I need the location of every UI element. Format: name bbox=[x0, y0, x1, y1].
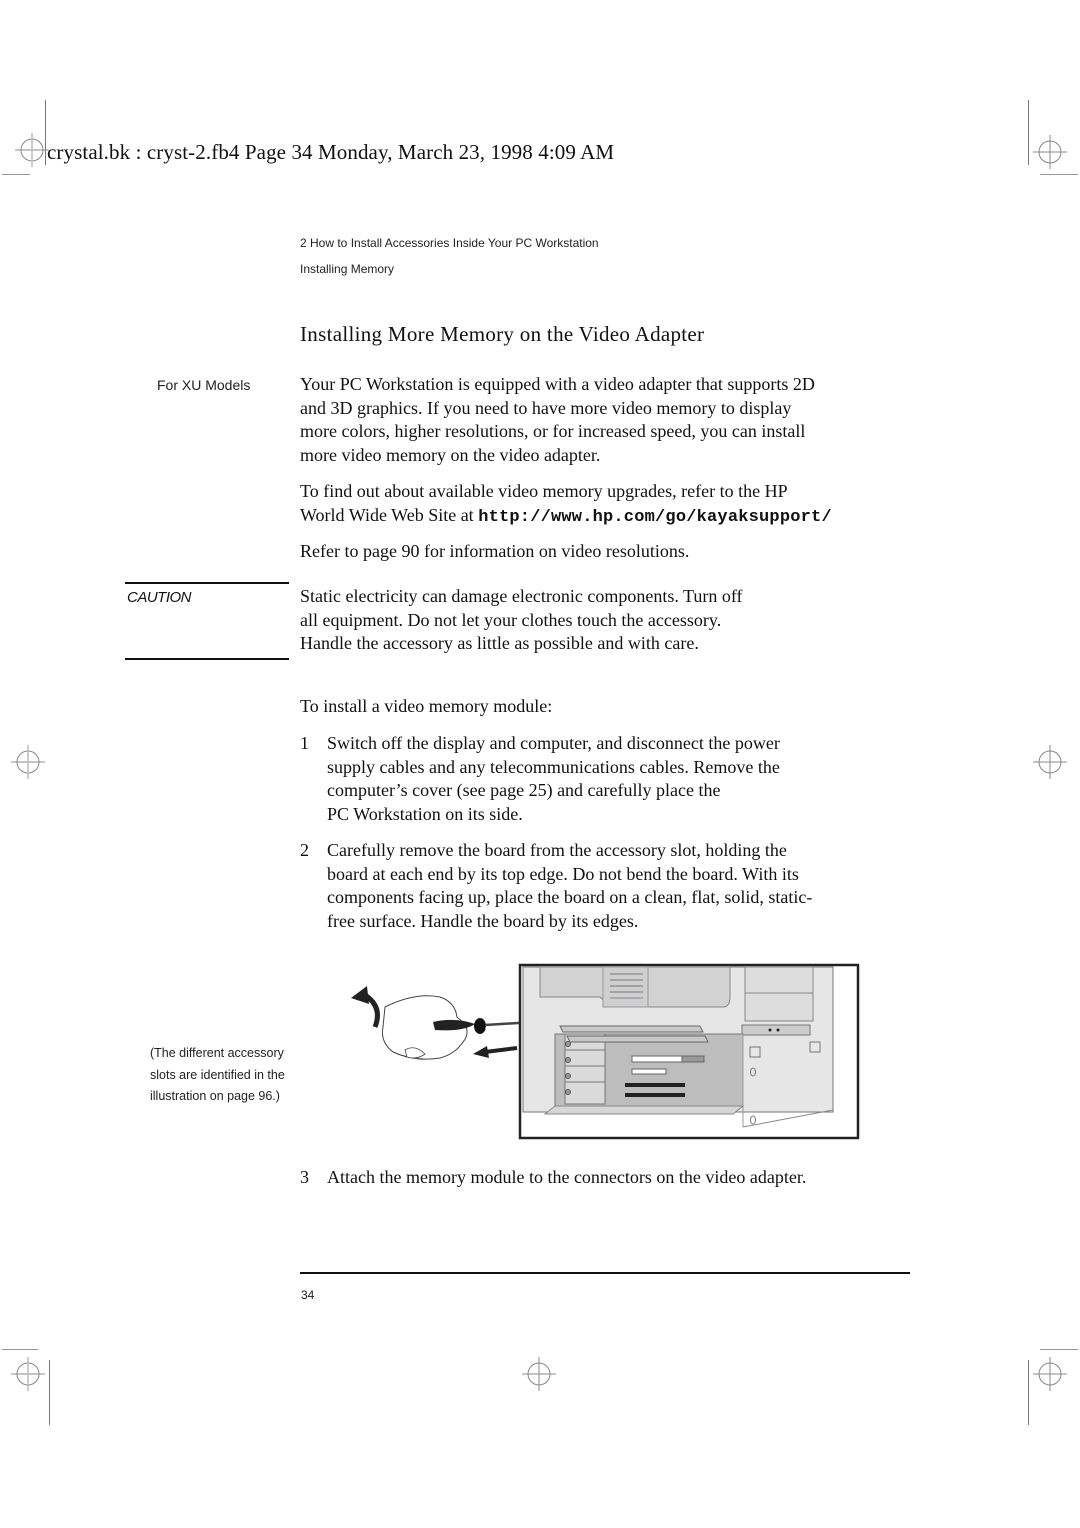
footer-rule bbox=[300, 1272, 910, 1274]
procedure-intro-text: To install a video memory module: bbox=[300, 696, 553, 716]
crop-line bbox=[49, 1360, 50, 1425]
step-text: Switch off the display and computer, and… bbox=[327, 732, 917, 826]
running-head-chapter: 2 How to Install Accessories Inside Your… bbox=[300, 236, 599, 250]
resolutions-reference: Refer to page 90 for information on vide… bbox=[300, 540, 920, 564]
step-number: 1 bbox=[300, 733, 309, 753]
intro-line: and 3D graphics. If you need to have mor… bbox=[300, 397, 792, 418]
upgrades-line: World Wide Web Site at http://www.hp.com… bbox=[300, 504, 920, 530]
caution-bottom-rule bbox=[125, 658, 289, 660]
registration-mark-icon bbox=[1033, 745, 1067, 779]
intro-paragraph: Your PC Workstation is equipped with a v… bbox=[300, 373, 920, 467]
registration-mark-icon bbox=[522, 1357, 556, 1391]
step-text: Carefully remove the board from the acce… bbox=[327, 839, 917, 933]
caution-line: all equipment. Do not let your clothes t… bbox=[300, 609, 722, 630]
procedure-step: 2 Carefully remove the board from the ac… bbox=[300, 839, 920, 935]
section-title: Installing More Memory on the Video Adap… bbox=[300, 322, 705, 346]
resolutions-text: Refer to page 90 for information on vide… bbox=[300, 541, 690, 561]
caution-text: Static electricity can damage electronic… bbox=[300, 585, 920, 656]
caution-label: CAUTION bbox=[127, 589, 192, 606]
crop-line bbox=[1040, 174, 1078, 175]
figure-note-line: illustration on page 96.) bbox=[150, 1089, 280, 1103]
upgrades-line: To find out about available video memory… bbox=[300, 481, 788, 501]
step-line: PC Workstation on its side. bbox=[327, 803, 523, 824]
support-url-link[interactable]: http://www.hp.com/go/kayaksupport/ bbox=[478, 508, 832, 527]
step-line: board at each end by its top edge. Do no… bbox=[327, 863, 799, 884]
procedure-intro: To install a video memory module: bbox=[300, 695, 920, 719]
figure-note-line: slots are identified in the bbox=[150, 1067, 285, 1082]
step-line: components facing up, place the board on… bbox=[327, 887, 813, 907]
caution-top-rule bbox=[125, 582, 289, 584]
registration-mark-icon bbox=[11, 1357, 45, 1391]
step-text: Attach the memory module to the connecto… bbox=[327, 1166, 917, 1190]
step-number: 2 bbox=[300, 840, 309, 860]
registration-mark-icon bbox=[15, 133, 49, 167]
figure-note: (The different accessory slots are ident… bbox=[150, 1043, 285, 1108]
upgrades-prefix: World Wide Web Site at bbox=[300, 504, 479, 525]
procedure-step: 3 Attach the memory module to the connec… bbox=[300, 1166, 920, 1192]
page-number: 34 bbox=[301, 1288, 315, 1302]
registration-mark-icon bbox=[1033, 1357, 1067, 1391]
intro-line: more video memory on the video adapter. bbox=[300, 444, 601, 465]
file-header-stamp: crystal.bk : cryst-2.fb4 Page 34 Monday,… bbox=[47, 140, 615, 164]
crop-line bbox=[1028, 1360, 1029, 1425]
crop-line bbox=[1028, 100, 1029, 165]
step-line: Switch off the display and computer, and… bbox=[327, 733, 780, 753]
procedure-step: 1 Switch off the display and computer, a… bbox=[300, 732, 920, 828]
figure-note-line: (The different accessory bbox=[150, 1046, 284, 1060]
crop-line bbox=[2, 174, 30, 175]
upgrades-paragraph: To find out about available video memory… bbox=[300, 480, 920, 529]
step-line: supply cables and any telecommunications… bbox=[327, 756, 780, 777]
caution-line: Handle the accessory as little as possib… bbox=[300, 633, 699, 653]
intro-line: Your PC Workstation is equipped with a v… bbox=[300, 374, 815, 394]
registration-mark-icon bbox=[1033, 135, 1067, 169]
step-line: free surface. Handle the board by its ed… bbox=[327, 910, 639, 931]
computer-chassis bbox=[522, 966, 834, 1128]
board-removal-illustration bbox=[351, 963, 860, 1140]
registration-mark-icon bbox=[11, 745, 45, 779]
step-line: computer’s cover (see page 25) and caref… bbox=[327, 780, 721, 800]
crop-line bbox=[2, 1349, 38, 1350]
step-number: 3 bbox=[300, 1167, 309, 1187]
step-line: Carefully remove the board from the acce… bbox=[327, 840, 787, 860]
step-line: Attach the memory module to the connecto… bbox=[327, 1167, 807, 1187]
intro-line: more colors, higher resolutions, or for … bbox=[300, 421, 806, 441]
running-head-section: Installing Memory bbox=[300, 262, 395, 276]
crop-line bbox=[1040, 1349, 1078, 1350]
caution-line: Static electricity can damage electronic… bbox=[300, 586, 743, 606]
side-label-models: For XU Models bbox=[157, 377, 251, 393]
pull-arrow-icon bbox=[473, 1046, 518, 1058]
crop-line bbox=[45, 100, 46, 165]
rotate-arrow-icon bbox=[351, 986, 380, 1028]
